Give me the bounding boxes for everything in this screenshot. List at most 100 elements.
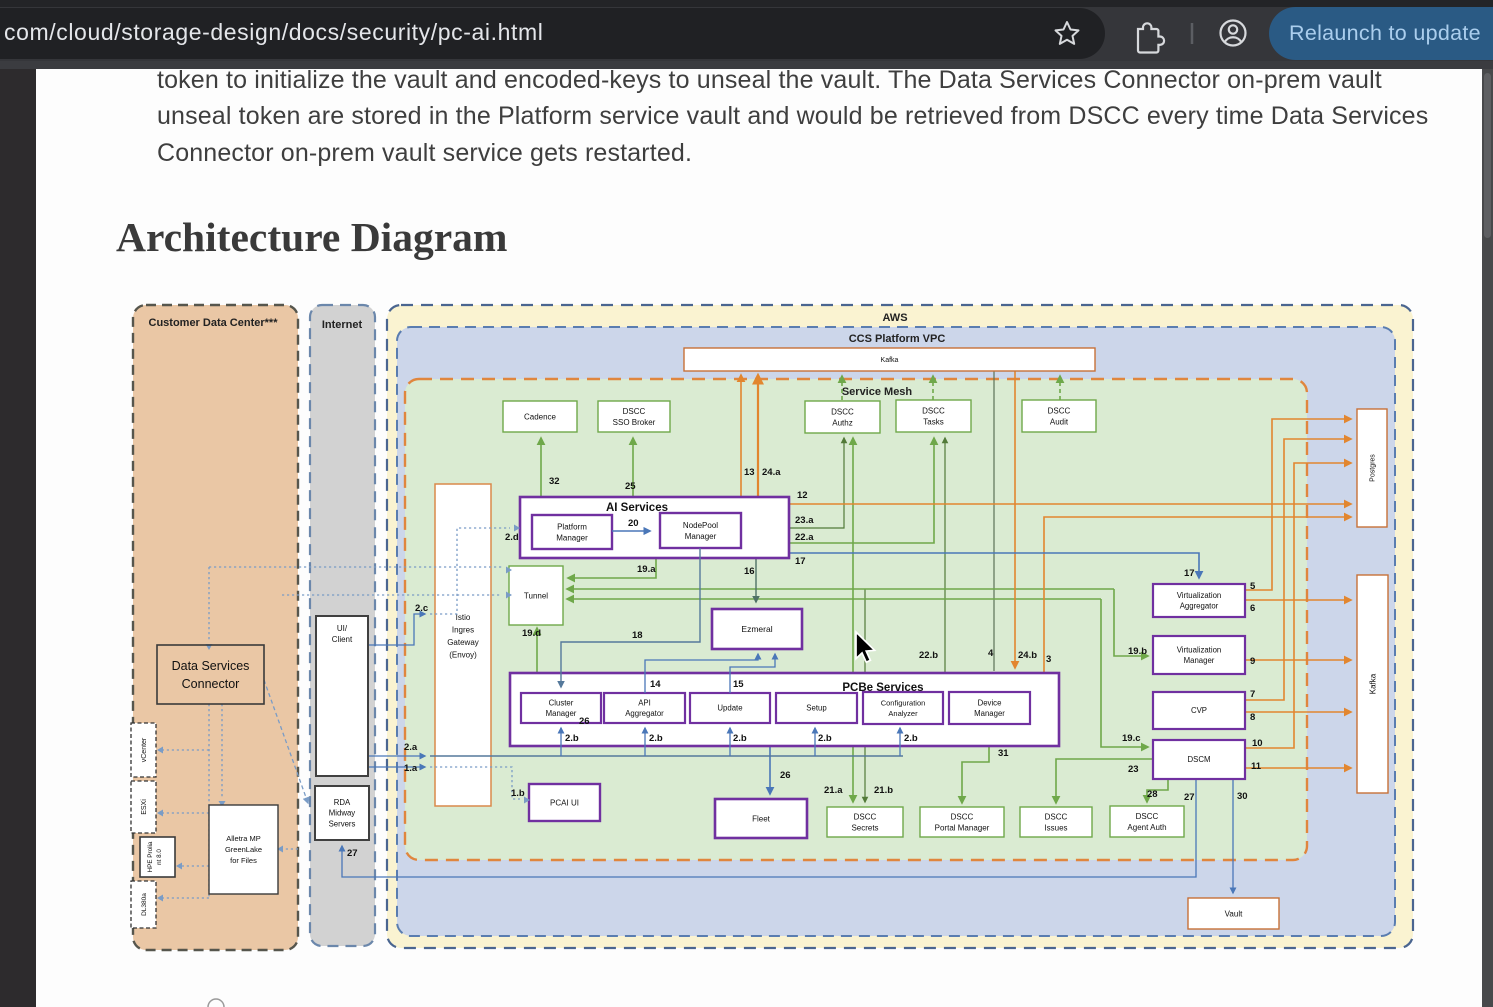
svg-text:8: 8 — [1250, 712, 1255, 723]
svg-text:vCenter: vCenter — [141, 737, 148, 762]
svg-text:2.d: 2.d — [505, 532, 519, 543]
svg-text:2.b: 2.b — [649, 733, 663, 744]
svg-text:13: 13 — [744, 467, 755, 478]
svg-text:Manager: Manager — [546, 709, 577, 718]
svg-text:5: 5 — [1250, 581, 1256, 592]
svg-text:Issues: Issues — [1044, 823, 1067, 832]
svg-text:DSCC: DSCC — [854, 812, 877, 821]
svg-text:28: 28 — [1147, 789, 1158, 800]
svg-text:Cadence: Cadence — [524, 412, 557, 421]
svg-text:API: API — [638, 698, 651, 707]
svg-text:Client: Client — [332, 635, 353, 644]
svg-text:24.a: 24.a — [762, 467, 781, 478]
svg-text:CCS Platform VPC: CCS Platform VPC — [849, 333, 946, 345]
svg-text:Postgres: Postgres — [1369, 454, 1376, 482]
svg-text:Virtualization: Virtualization — [1177, 591, 1222, 600]
svg-text:12: 12 — [797, 490, 808, 501]
svg-text:DSCC: DSCC — [623, 407, 646, 416]
svg-text:18: 18 — [632, 630, 643, 641]
svg-text:Gateway: Gateway — [447, 638, 479, 647]
svg-text:7: 7 — [1250, 689, 1255, 700]
svg-text:15: 15 — [733, 679, 744, 690]
svg-text:Ezmeral: Ezmeral — [741, 624, 772, 634]
svg-text:22.b: 22.b — [919, 650, 938, 661]
svg-text:17: 17 — [1184, 568, 1195, 579]
svg-text:1.b: 1.b — [511, 788, 525, 799]
svg-text:ESXi: ESXi — [141, 799, 148, 815]
svg-text:26: 26 — [780, 770, 791, 781]
svg-text:4: 4 — [988, 648, 994, 659]
svg-text:Manager: Manager — [556, 533, 588, 542]
svg-text:Service Mesh: Service Mesh — [842, 386, 913, 398]
svg-text:SSO Broker: SSO Broker — [613, 418, 656, 427]
svg-text:Setup: Setup — [806, 704, 827, 713]
svg-text:DSCC: DSCC — [1045, 812, 1068, 821]
svg-text:Internet: Internet — [322, 319, 363, 331]
svg-text:2.b: 2.b — [733, 733, 747, 744]
svg-text:AWS: AWS — [882, 312, 907, 324]
svg-text:RDA: RDA — [334, 798, 351, 807]
svg-text:19.d: 19.d — [522, 628, 541, 639]
svg-text:AI Services: AI Services — [606, 502, 668, 514]
svg-text:Servers: Servers — [329, 820, 356, 829]
svg-text:6: 6 — [1250, 603, 1255, 614]
svg-text:23: 23 — [1128, 764, 1139, 775]
svg-text:PCAI UI: PCAI UI — [550, 798, 579, 807]
svg-text:Virtualization: Virtualization — [1177, 646, 1222, 655]
svg-text:21.b: 21.b — [874, 785, 893, 796]
svg-text:DSCM: DSCM — [1188, 755, 1211, 764]
svg-text:19.c: 19.c — [1122, 733, 1141, 744]
svg-text:Authz: Authz — [832, 418, 852, 427]
svg-text:2.b: 2.b — [565, 733, 579, 744]
svg-text:Midway: Midway — [329, 809, 356, 818]
svg-text:25: 25 — [625, 481, 636, 492]
svg-text:Kafka: Kafka — [1368, 673, 1377, 694]
svg-text:Manager: Manager — [685, 532, 717, 541]
svg-text:Analyzer: Analyzer — [888, 709, 918, 718]
svg-text:DSCC: DSCC — [1048, 406, 1071, 415]
svg-text:Secrets: Secrets — [851, 823, 878, 832]
svg-text:(Envoy): (Envoy) — [449, 651, 477, 660]
svg-text:Aggregator: Aggregator — [625, 709, 664, 718]
svg-text:14: 14 — [650, 679, 661, 690]
svg-text:27: 27 — [1184, 792, 1195, 803]
svg-text:32: 32 — [549, 476, 560, 487]
svg-text:2.c: 2.c — [415, 603, 428, 614]
svg-text:23.a: 23.a — [795, 515, 814, 526]
svg-text:Aggregator: Aggregator — [1180, 602, 1219, 611]
svg-text:2.a: 2.a — [404, 742, 418, 753]
svg-text:Customer Data Center***: Customer Data Center*** — [149, 317, 279, 329]
svg-text:HPE Prolia: HPE Prolia — [147, 841, 154, 872]
svg-text:Portal Manager: Portal Manager — [935, 823, 990, 832]
svg-text:26: 26 — [579, 716, 590, 727]
svg-text:Manager: Manager — [1184, 656, 1215, 665]
svg-text:Configuration: Configuration — [881, 698, 926, 707]
svg-text:Manager: Manager — [974, 709, 1005, 718]
svg-text:nt 8.0: nt 8.0 — [156, 849, 163, 865]
svg-text:21.a: 21.a — [824, 785, 843, 796]
svg-text:for Files: for Files — [230, 856, 257, 865]
svg-text:NodePool: NodePool — [683, 521, 718, 530]
svg-text:27: 27 — [347, 848, 358, 859]
svg-text:Device: Device — [978, 698, 1002, 707]
svg-text:19.b: 19.b — [1128, 646, 1147, 657]
svg-text:Audit: Audit — [1050, 417, 1069, 426]
svg-text:Update: Update — [717, 704, 742, 713]
svg-text:Data Services: Data Services — [172, 659, 250, 673]
svg-text:Kafka: Kafka — [881, 357, 899, 364]
svg-text:Agent Auth: Agent Auth — [1127, 823, 1166, 832]
svg-text:Tasks: Tasks — [923, 417, 943, 426]
svg-text:19.a: 19.a — [637, 564, 656, 575]
svg-text:Fleet: Fleet — [752, 814, 771, 823]
svg-text:16: 16 — [744, 566, 755, 577]
svg-text:11: 11 — [1251, 761, 1262, 772]
svg-text:Cluster: Cluster — [549, 698, 574, 707]
svg-text:24.b: 24.b — [1018, 650, 1037, 661]
svg-text:Ingres: Ingres — [452, 626, 474, 635]
svg-text:UI/: UI/ — [337, 624, 348, 633]
svg-text:17: 17 — [795, 556, 806, 567]
svg-text:30: 30 — [1237, 791, 1248, 802]
svg-text:Connector: Connector — [182, 677, 240, 691]
svg-text:Vault: Vault — [1225, 909, 1243, 918]
svg-text:10: 10 — [1252, 738, 1263, 749]
